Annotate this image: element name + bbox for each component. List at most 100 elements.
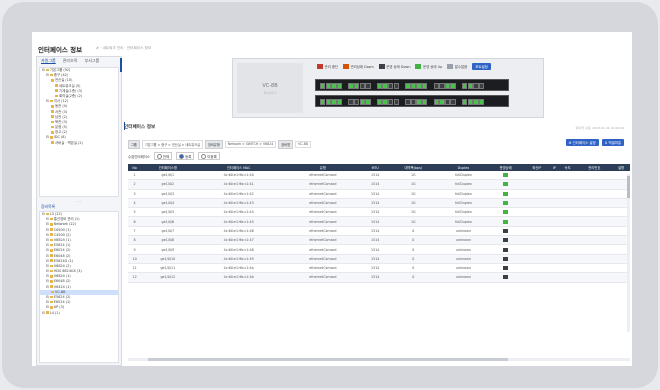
switch-port[interactable] [450,82,456,89]
expand-toggle-icon[interactable]: ⊟ [46,285,49,289]
column-header[interactable]: 인터페이스 MAC [194,164,283,171]
expand-toggle-icon[interactable]: ⊟ [46,279,49,283]
table-row[interactable]: 1 ge1/0/1 4c:60:e1:9b:c1:40 ethernetCsmacd 1… [128,171,630,181]
expand-toggle-icon[interactable]: ⊟ [42,68,45,72]
expand-toggle-icon[interactable]: ⊟ [42,311,45,315]
port-settings-button[interactable]: 포트설정 [472,63,491,71]
expand-toggle-icon[interactable]: ⊟ [46,222,49,226]
expand-toggle-icon[interactable]: ⊟ [46,269,49,273]
switch-port[interactable] [325,82,331,89]
radio-registered[interactable]: 등록 [176,152,195,161]
switch-port[interactable] [478,98,485,105]
column-header[interactable]: Duplex [439,164,488,171]
table-row[interactable]: 7 ge1/0/7 4c:60:e1:9b:c1:46 ethernetCsmacd 1… [128,226,630,237]
switch-port[interactable] [388,98,394,105]
switch-port[interactable] [467,98,473,105]
expand-toggle-icon[interactable]: ⊟ [42,212,45,216]
switch-port[interactable] [393,82,399,89]
switch-port[interactable] [433,82,439,89]
switch-port[interactable] [462,82,468,89]
switch-port[interactable] [354,98,360,105]
table-row[interactable]: 6 ge1/0/6 4c:60:e1:9b:c1:45 ethernetCsmacd 1… [128,216,630,227]
expand-toggle-icon[interactable]: ⊟ [46,248,49,252]
table-horizontal-scrollbar[interactable] [128,358,630,361]
expand-toggle-icon[interactable]: ⊟ [46,305,49,309]
switch-port[interactable] [359,82,365,89]
expand-toggle-icon[interactable]: ⊟ [46,295,49,299]
column-header[interactable]: 대역폭(bps) [387,164,440,171]
table-row[interactable]: 4 ge1/0/4 4c:60:e1:9b:c1:43 ethernetCsmacd 1… [128,198,630,209]
switch-port[interactable] [439,82,445,89]
column-header[interactable]: 최신IP [523,164,550,171]
column-header[interactable]: 관리번호 [576,164,613,171]
switch-port[interactable] [382,98,388,105]
column-header[interactable]: 인터페이스명 [141,164,195,171]
switch-port[interactable] [348,82,354,89]
expand-toggle-icon[interactable]: ⊟ [46,264,49,268]
expand-toggle-icon[interactable]: ⊟ [46,274,49,278]
switch-port[interactable] [320,98,326,105]
column-header[interactable]: MTU [362,164,388,171]
expand-toggle-icon[interactable]: ⊟ [46,259,49,263]
column-header[interactable]: 속도 [558,164,577,171]
switch-port[interactable] [416,82,422,89]
switch-port[interactable] [393,98,399,105]
column-header[interactable]: 운영상태 [487,164,524,171]
switch-port[interactable] [388,82,394,89]
splitter-handle[interactable]: ⋯ [77,199,81,204]
expand-toggle-icon[interactable]: ⊟ [46,228,49,232]
table-row[interactable]: 2 ge1/0/2 4c:60:e1:9b:c1:41 ethernetCsmacd 1… [128,179,630,190]
column-header[interactable]: 설명 [612,164,630,171]
vertical-scroll-thumb[interactable] [627,176,630,198]
switch-port[interactable] [416,98,422,105]
column-header[interactable]: No [128,164,142,171]
switch-port[interactable] [376,98,383,105]
tab-department-group[interactable]: 부서그룹 [82,57,101,65]
switch-port[interactable] [348,98,354,105]
expand-toggle-icon[interactable]: ⊟ [46,254,49,258]
table-row[interactable]: 8 ge1/0/8 4c:60:e1:9b:c1:47 ethernetCsmacd 1… [128,235,630,246]
table-row[interactable]: 12 ge1/0/12 4c:60:e1:9b:c1:4b ethernetCsmac… [128,272,630,283]
tree-node[interactable]: 서버실 · 백본실 (2) [40,141,118,146]
horizontal-scroll-thumb[interactable] [148,358,508,361]
switch-port[interactable] [439,98,445,105]
switch-port[interactable] [467,82,473,89]
table-row[interactable]: 3 ge1/0/3 4c:60:e1:9b:c1:42 ethernetCsmacd 1… [128,189,630,199]
tab-resource-group[interactable]: 자원그룹 [39,57,58,65]
switch-port[interactable] [365,98,371,105]
expand-toggle-icon[interactable]: ⊟ [46,135,49,139]
radio-unregistered[interactable]: 미등록 [198,152,220,161]
table-row[interactable]: 9 ge1/0/9 4c:60:e1:9b:c1:48 ethernetCsmacd 1… [128,244,630,255]
tab-management-org[interactable]: 관리조직 [61,57,80,65]
switch-port[interactable] [331,82,337,89]
column-header[interactable]: 유형 [282,164,363,171]
switch-port[interactable] [405,82,411,89]
switch-port[interactable] [405,98,411,105]
switch-port[interactable] [354,82,360,89]
panel-resize-handle[interactable] [120,58,122,72]
switch-port[interactable] [336,82,343,89]
table-row[interactable]: 10 ge1/0/10 4c:60:e1:9b:c1:49 ethernetCsmac… [128,254,630,264]
expand-toggle-icon[interactable]: ⊟ [46,99,49,103]
switch-port[interactable] [433,98,439,105]
expand-toggle-icon[interactable]: ⊟ [46,238,49,242]
column-header[interactable]: IP [549,164,559,171]
switch-port[interactable] [382,82,388,89]
expand-toggle-icon[interactable]: ⊟ [46,73,49,77]
switch-port[interactable] [473,82,479,89]
table-row[interactable]: 11 ge1/0/11 4c:60:e1:9b:c1:4a ethernetCsmac… [128,263,630,274]
switch-port[interactable] [422,82,428,89]
switch-port[interactable] [331,98,337,105]
table-row[interactable]: 5 ge1/0/5 4c:60:e1:9b:c1:44 ethernetCsmacd 1… [128,207,630,218]
switch-port[interactable] [410,98,417,105]
switch-port[interactable] [444,82,451,89]
switch-port[interactable] [320,82,326,89]
tree-node[interactable]: ⊟ L4 (1) [40,311,118,316]
excel-export-button[interactable]: ⬇ 엑셀파일 [601,139,624,147]
switch-port[interactable] [444,98,451,105]
radio-all[interactable]: 전체 [153,152,173,161]
switch-port[interactable] [422,98,428,105]
switch-port[interactable] [478,82,485,89]
expand-toggle-icon[interactable]: ⊟ [46,300,49,304]
switch-port[interactable] [325,98,331,105]
